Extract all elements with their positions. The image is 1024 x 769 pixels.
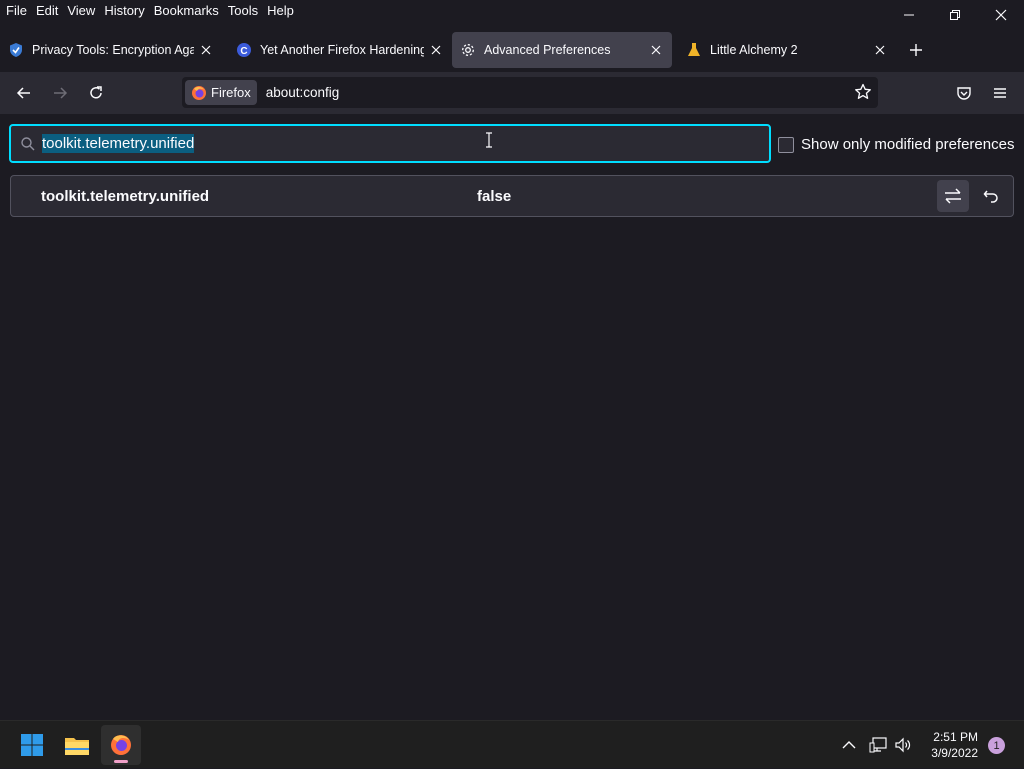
tab-title: Privacy Tools: Encryption Agains [32,43,194,57]
hamburger-menu-icon [994,88,1006,98]
show-modified-label: Show only modified preferences [801,136,1015,153]
url-bar[interactable]: Firefox about:config [182,77,878,108]
flask-icon [686,42,702,58]
clock[interactable]: 2:51 PM 3/9/2022 [931,729,978,761]
menu-edit[interactable]: Edit [36,3,58,18]
toggle-arrows-icon [945,188,961,204]
checkbox[interactable] [778,136,794,153]
speaker-icon [895,737,911,753]
start-button[interactable] [12,725,52,765]
search-input-value: toolkit.telemetry.unified [42,134,195,153]
tab-strip: Privacy Tools: Encryption Agains C Yet A… [0,30,1024,70]
notification-badge[interactable]: 1 [988,737,1005,754]
menu-file[interactable]: File [6,3,27,18]
restore-icon [950,10,960,20]
menu-help[interactable]: Help [267,3,294,18]
url-input[interactable]: about:config [266,85,340,100]
folder-icon [65,738,89,755]
svg-text:C: C [240,46,247,57]
preference-search-input[interactable]: toolkit.telemetry.unified [9,124,771,163]
plus-icon [910,44,922,56]
identity-label: Firefox [211,85,251,100]
close-tab-icon[interactable] [648,42,664,58]
bookmark-star-icon[interactable] [854,83,872,106]
network-icon [869,737,887,753]
volume-control[interactable] [894,721,912,769]
clock-date: 3/9/2022 [931,746,978,760]
windows-taskbar: 2:51 PM 3/9/2022 1 [0,720,1024,768]
network-status[interactable] [869,721,887,769]
reload-icon [90,86,102,99]
app-menu-button[interactable] [984,77,1016,109]
tab-title: Little Alchemy 2 [710,43,798,57]
tab-advanced-preferences[interactable]: Advanced Preferences [452,32,672,68]
tab-title: Yet Another Firefox Hardening G [260,43,424,57]
firefox-taskbar-button[interactable] [101,725,141,765]
tab-firefox-hardening[interactable]: C Yet Another Firefox Hardening G [228,32,452,68]
reload-button[interactable] [80,77,112,109]
undo-icon [983,190,998,203]
minimize-button[interactable] [886,0,932,30]
close-tab-icon[interactable] [198,42,214,58]
preference-value: false [477,187,512,205]
windows-logo-icon [21,734,43,756]
identity-box[interactable]: Firefox [185,80,257,105]
firefox-logo-icon [191,85,207,101]
close-window-button[interactable] [978,0,1024,30]
text-cursor-icon [485,132,493,153]
clock-time: 2:51 PM [933,730,978,744]
restore-button[interactable] [932,0,978,30]
close-tab-icon[interactable] [428,42,444,58]
preference-name: toolkit.telemetry.unified [41,187,210,205]
menu-bookmarks[interactable]: Bookmarks [154,3,219,18]
active-indicator [114,760,128,763]
about-config-page: toolkit.telemetry.unified Show only modi… [0,114,1024,720]
close-icon [995,9,1007,21]
menu-history[interactable]: History [104,3,144,18]
pocket-icon [957,87,971,100]
file-explorer-button[interactable] [57,725,97,765]
new-tab-button[interactable] [902,36,930,64]
gear-icon [460,42,476,58]
pocket-button[interactable] [948,77,980,109]
toggle-button[interactable] [937,180,969,212]
preference-row[interactable]: toolkit.telemetry.unified false [10,175,1014,217]
show-hidden-icons-button[interactable] [842,721,856,769]
back-button[interactable] [8,77,40,109]
forward-arrow-icon [54,87,68,99]
reset-button[interactable] [975,180,1007,212]
c-logo-icon: C [236,42,252,58]
tab-title: Advanced Preferences [484,43,611,57]
shield-icon [8,42,24,58]
firefox-logo-icon [111,735,131,755]
title-bar: File Edit View History Bookmarks Tools H… [0,0,1024,30]
minimize-icon [904,14,914,16]
forward-button[interactable] [44,77,76,109]
chevron-up-icon [842,741,856,749]
menu-tools[interactable]: Tools [228,3,258,18]
back-arrow-icon [16,87,30,99]
tab-privacy-tools[interactable]: Privacy Tools: Encryption Agains [0,32,222,68]
navigation-toolbar: Firefox about:config [0,72,1024,114]
show-modified-checkbox[interactable]: Show only modified preferences [778,136,1014,153]
menu-bar: File Edit View History Bookmarks Tools H… [0,0,303,18]
menu-view[interactable]: View [67,3,95,18]
search-icon [20,136,36,152]
close-tab-icon[interactable] [872,42,888,58]
tab-little-alchemy[interactable]: Little Alchemy 2 [678,32,896,68]
